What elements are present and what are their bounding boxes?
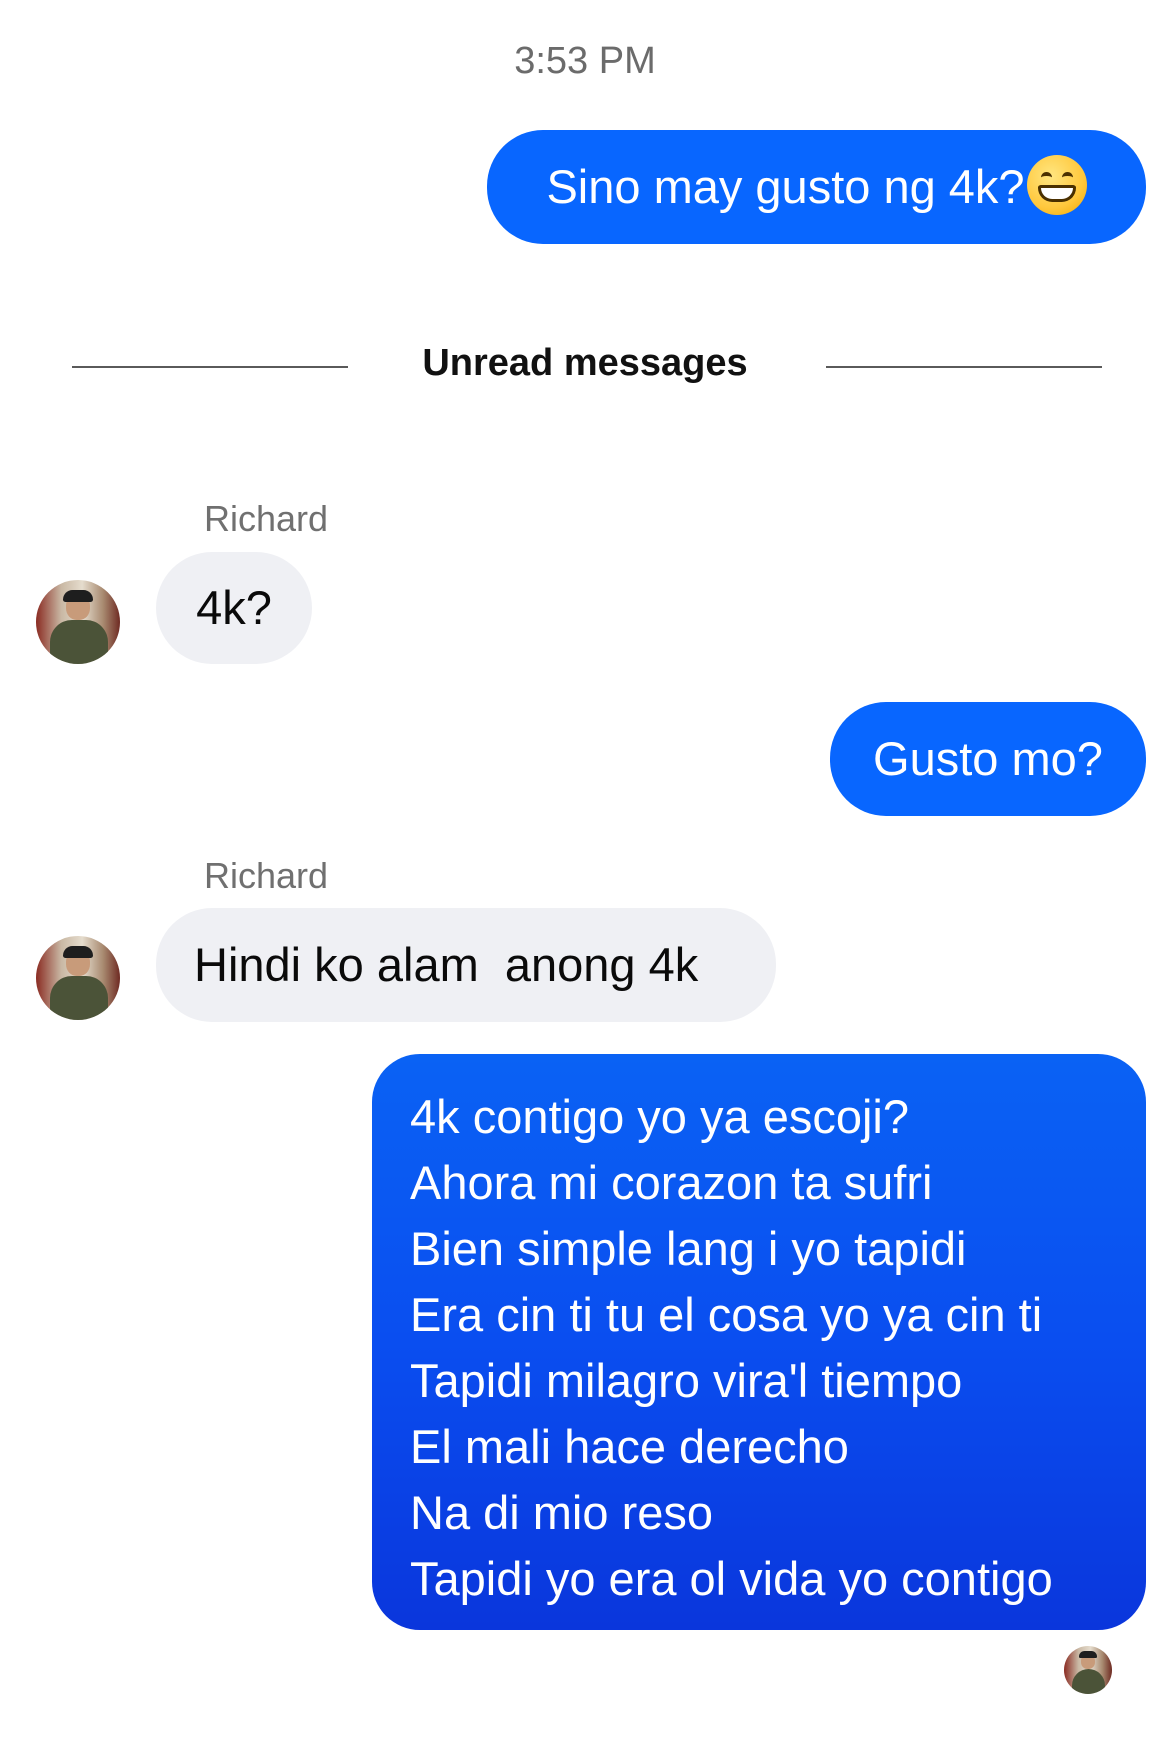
incoming-message-1[interactable]: 4k?	[156, 552, 312, 664]
avatar[interactable]	[36, 936, 120, 1020]
incoming-message-2[interactable]: Hindi ko alam anong 4k	[156, 908, 776, 1022]
message-line: Ahora mi corazon ta sufri	[410, 1156, 933, 1209]
message-text: Sino may gusto ng 4k?	[546, 159, 1025, 213]
sender-name: Richard	[204, 855, 329, 896]
message-text: Hindi ko alam anong 4k	[194, 937, 699, 991]
outgoing-message-2[interactable]: Gusto mo?	[830, 702, 1146, 816]
unread-messages-divider: Unread messages	[422, 342, 748, 384]
message-line: Na di mio reso	[410, 1486, 713, 1539]
outgoing-message-1[interactable]: Sino may gusto ng 4k?	[487, 130, 1146, 244]
message-line: Tapidi milagro vira'l tiempo	[410, 1354, 963, 1407]
message-line: El mali hace derecho	[410, 1420, 849, 1473]
divider-line-right	[826, 366, 1102, 368]
message-text: 4k?	[196, 580, 272, 634]
message-text: Gusto mo?	[873, 731, 1103, 785]
message-line: Tapidi yo era ol vida yo contigo	[410, 1552, 1053, 1605]
sender-name: Richard	[204, 498, 329, 539]
message-line: Era cin ti tu el cosa yo ya cin ti	[410, 1288, 1043, 1341]
grinning-face-emoji-icon	[1026, 155, 1087, 215]
timestamp: 3:53 PM	[514, 40, 656, 82]
read-receipt-avatar	[1064, 1646, 1112, 1694]
message-line: 4k contigo yo ya escoji?	[410, 1090, 910, 1143]
outgoing-message-3[interactable]: 4k contigo yo ya escoji? Ahora mi corazo…	[372, 1054, 1146, 1630]
message-line: Bien simple lang i yo tapidi	[410, 1222, 967, 1275]
avatar[interactable]	[36, 580, 120, 664]
